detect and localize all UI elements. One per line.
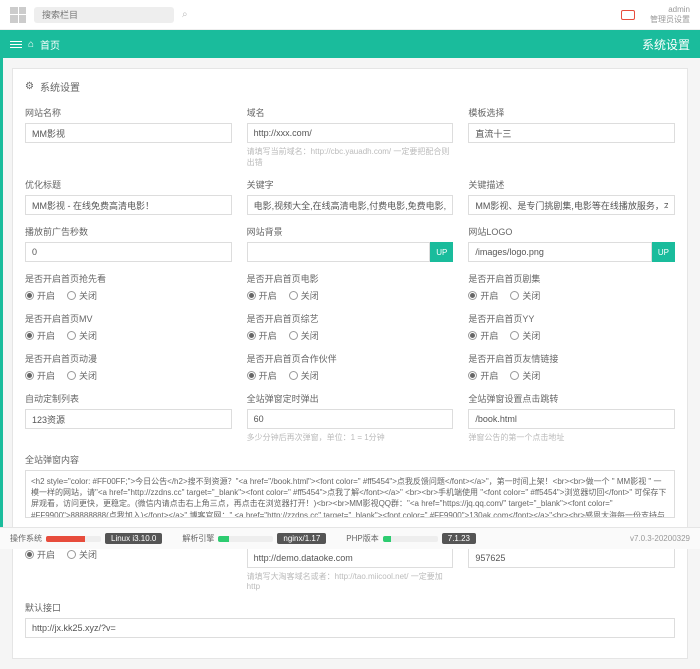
input-seo-title[interactable] xyxy=(25,195,232,215)
footer: 操作系统 Linux i3.10.0 解析引擎 nginx/1.17 PHP版本… xyxy=(0,527,700,549)
label-toggle-drama: 是否开启首页剧集 xyxy=(468,272,675,285)
radio-friendlink-off[interactable]: 关闭 xyxy=(510,369,540,382)
hint-popup-config: 弹窗公告的第一个点击地址 xyxy=(468,432,675,443)
label-custom-list: 自动定制列表 xyxy=(25,392,232,405)
input-site-name[interactable] xyxy=(25,123,232,143)
footer-parse-bar xyxy=(218,536,229,542)
label-toggle-anime: 是否开启首页动漫 xyxy=(25,352,232,365)
label-popup-config: 全站弹窗设置点击跳转 xyxy=(468,392,675,405)
sidebar-indicator xyxy=(0,58,3,527)
radio-mv-off[interactable]: 关闭 xyxy=(67,329,97,342)
footer-version: v7.0.3-20200329 xyxy=(630,534,690,543)
radio-movie-off[interactable]: 关闭 xyxy=(289,289,319,302)
input-domain[interactable] xyxy=(247,123,454,143)
label-toggle-friendlink: 是否开启首页友情链接 xyxy=(468,352,675,365)
label-toggle-mv: 是否开启首页MV xyxy=(25,312,232,325)
nav-home[interactable]: 首页 xyxy=(40,37,60,52)
hint-domain: 请填写当前域名：http://cbc.yauadh.com/ 一定要把配合则出错 xyxy=(247,146,454,168)
topbar: ⌕ admin 管理员设置 xyxy=(0,0,700,30)
navbar: ⌂ 首页 系统设置 xyxy=(0,30,700,58)
hint-popup-delay: 多少分钟后再次弹窗，单位：1 = 1分钟 xyxy=(247,432,454,443)
footer-disk-label: 操作系统 xyxy=(10,533,42,544)
label-toggle-partner: 是否开启首页合作伙伴 xyxy=(247,352,454,365)
label-domain: 域名 xyxy=(247,106,454,119)
footer-php-sys: 7.1.23 xyxy=(442,533,476,544)
input-popup-config[interactable] xyxy=(468,409,675,429)
input-template[interactable] xyxy=(468,123,675,143)
input-keywords[interactable] xyxy=(247,195,454,215)
menu-icon[interactable] xyxy=(10,41,22,48)
label-popup-content: 全站弹窗内容 xyxy=(25,453,675,466)
apps-icon[interactable] xyxy=(10,7,26,23)
page-title: 系统设置 xyxy=(642,36,690,53)
radio-friendlink-on[interactable]: 开启 xyxy=(468,369,498,382)
label-description: 关键描述 xyxy=(468,178,675,191)
radio-partner-off[interactable]: 关闭 xyxy=(289,369,319,382)
footer-php-label: PHP版本 xyxy=(346,533,378,544)
label-keywords: 关键字 xyxy=(247,178,454,191)
input-bg[interactable] xyxy=(247,242,431,262)
upload-bg-button[interactable]: UP xyxy=(430,242,453,262)
textarea-popup-content[interactable] xyxy=(25,470,675,518)
footer-parse-sys: nginx/1.17 xyxy=(277,533,326,544)
settings-panel: ⚙ 系统设置 网站名称 域名 请填写当前域名：http://cbc.yauadh… xyxy=(12,68,688,659)
label-ad-seconds: 播放前广告秒数 xyxy=(25,225,232,238)
radio-variety-on[interactable]: 开启 xyxy=(247,329,277,342)
input-taobao-domain[interactable] xyxy=(247,548,454,568)
search-input[interactable] xyxy=(34,7,174,23)
label-seo-title: 优化标题 xyxy=(25,178,232,191)
label-popup-delay: 全站弹窗定时弹出 xyxy=(247,392,454,405)
radio-drama-off[interactable]: 关闭 xyxy=(510,289,540,302)
radio-partner-on[interactable]: 开启 xyxy=(247,369,277,382)
home-icon: ⌂ xyxy=(28,39,34,50)
footer-disk-sys: Linux i3.10.0 xyxy=(105,533,162,544)
gear-icon: ⚙ xyxy=(25,81,34,92)
radio-taobao-on[interactable]: 开启 xyxy=(25,548,55,561)
label-toggle-yy: 是否开启首页YY xyxy=(468,312,675,325)
label-toggle-recommend: 是否开启首页抢先看 xyxy=(25,272,232,285)
search-icon[interactable]: ⌕ xyxy=(182,9,188,20)
radio-anime-off[interactable]: 关闭 xyxy=(67,369,97,382)
radio-yy-on[interactable]: 开启 xyxy=(468,329,498,342)
radio-variety-off[interactable]: 关闭 xyxy=(289,329,319,342)
input-ad-seconds[interactable] xyxy=(25,242,232,262)
panel-title: 系统设置 xyxy=(40,79,80,94)
label-logo: 网站LOGO xyxy=(468,225,675,238)
radio-movie-on[interactable]: 开启 xyxy=(247,289,277,302)
radio-recommend-off[interactable]: 关闭 xyxy=(67,289,97,302)
input-custom-list[interactable] xyxy=(25,409,232,429)
radio-mv-on[interactable]: 开启 xyxy=(25,329,55,342)
radio-taobao-off[interactable]: 关闭 xyxy=(67,548,97,561)
label-default-api: 默认接口 xyxy=(25,601,675,614)
radio-yy-off[interactable]: 关闭 xyxy=(510,329,540,342)
input-popup-delay[interactable] xyxy=(247,409,454,429)
label-site-name: 网站名称 xyxy=(25,106,232,119)
footer-php-bar xyxy=(383,536,391,542)
label-template: 模板选择 xyxy=(468,106,675,119)
mail-icon[interactable] xyxy=(621,10,635,20)
input-logo[interactable] xyxy=(468,242,652,262)
radio-anime-on[interactable]: 开启 xyxy=(25,369,55,382)
user-info[interactable]: admin 管理员设置 xyxy=(650,5,690,24)
input-taobao-id[interactable] xyxy=(468,548,675,568)
hint-taobao-domain: 请填写大淘客域名或者：http://tao.miicool.net/ 一定要加h… xyxy=(247,571,454,591)
upload-logo-button[interactable]: UP xyxy=(652,242,675,262)
radio-recommend-on[interactable]: 开启 xyxy=(25,289,55,302)
label-toggle-movie: 是否开启首页电影 xyxy=(247,272,454,285)
footer-disk-bar xyxy=(46,536,85,542)
input-default-api[interactable] xyxy=(25,618,675,638)
label-bg: 网站背景 xyxy=(247,225,454,238)
label-toggle-variety: 是否开启首页综艺 xyxy=(247,312,454,325)
input-description[interactable] xyxy=(468,195,675,215)
radio-drama-on[interactable]: 开启 xyxy=(468,289,498,302)
footer-parse-label: 解析引擎 xyxy=(182,533,214,544)
